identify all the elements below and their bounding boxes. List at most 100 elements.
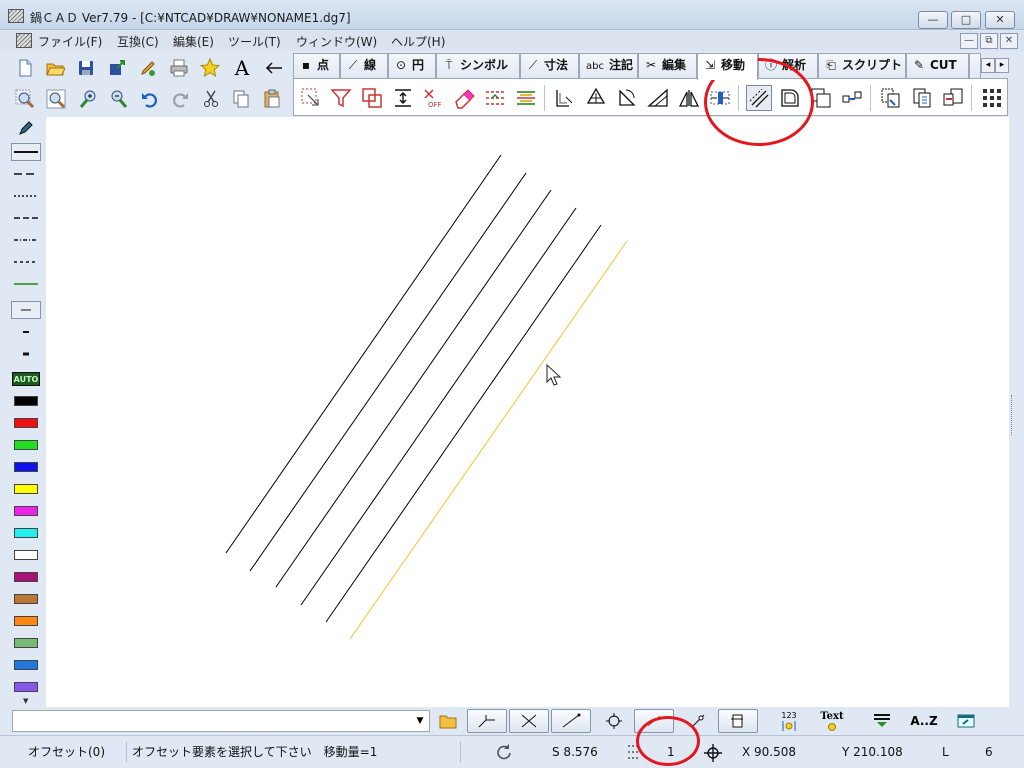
color-swatch[interactable] — [14, 528, 38, 538]
drawing-surface[interactable] — [46, 117, 1009, 707]
scale-icon[interactable] — [552, 85, 578, 111]
tab-line[interactable]: ⟋ 線 — [340, 53, 388, 78]
rotate-icon[interactable] — [583, 85, 609, 111]
save-icon[interactable] — [73, 55, 99, 81]
color-swatch[interactable] — [14, 418, 38, 428]
solid-line-style[interactable] — [11, 143, 41, 161]
mdi-close-button[interactable]: ✕ — [1000, 33, 1018, 49]
color-swatch[interactable] — [14, 484, 38, 494]
move-copy-icon[interactable] — [878, 85, 904, 111]
mdi-minimize-button[interactable]: — — [960, 33, 978, 49]
tab-analysis[interactable]: ⓘ 解析 — [758, 53, 818, 78]
tab-dimension[interactable]: ⟋ 寸法 — [520, 53, 579, 78]
color-swatch[interactable] — [14, 396, 38, 406]
line-width-thick[interactable] — [11, 345, 41, 363]
document-icon[interactable] — [16, 33, 32, 48]
layer-icon[interactable] — [869, 709, 895, 733]
tab-point[interactable]: ▪ 点 — [293, 53, 340, 78]
print-icon[interactable] — [166, 55, 192, 81]
grid-dots-icon[interactable] — [627, 743, 639, 765]
menu-file[interactable]: ファイル(F) — [38, 33, 102, 50]
snap-edit-icon[interactable] — [718, 709, 758, 733]
arrow-left-icon[interactable] — [261, 55, 287, 81]
maximize-button[interactable]: □ — [951, 11, 981, 29]
color-swatch[interactable] — [14, 616, 38, 626]
sort-az-icon[interactable]: A..Z — [908, 709, 940, 733]
auto-color-button[interactable]: AUTO — [11, 370, 41, 388]
zoom-out-icon[interactable] — [106, 86, 132, 112]
tab-scroll-right-button[interactable]: ▸ — [995, 58, 1009, 73]
tab-scroll-left-button[interactable]: ◂ — [981, 58, 995, 73]
line-width-thin[interactable] — [11, 301, 41, 319]
snap-endpoint-icon[interactable] — [467, 709, 507, 733]
drawn-line[interactable] — [275, 189, 552, 588]
chevron-down-icon[interactable]: ▼ — [413, 713, 427, 729]
pencil-import-icon[interactable] — [135, 55, 161, 81]
snap-point-icon[interactable] — [686, 709, 710, 733]
open-folder-icon[interactable] — [42, 55, 68, 81]
drawn-line[interactable] — [249, 172, 527, 572]
status-grid-value[interactable]: 1 — [667, 741, 675, 763]
zoom-in-icon[interactable] — [75, 86, 101, 112]
snap-free-icon[interactable] — [634, 709, 674, 733]
text-a-icon[interactable]: A — [229, 55, 255, 81]
close-button[interactable]: ✕ — [985, 11, 1015, 29]
duplicate-icon[interactable] — [909, 85, 935, 111]
color-swatch[interactable] — [14, 572, 38, 582]
shear-icon[interactable] — [645, 85, 671, 111]
folder-icon[interactable] — [437, 709, 459, 733]
color-swatch[interactable] — [14, 660, 38, 670]
dash-dot-line-style[interactable] — [11, 231, 41, 249]
tab-overflow[interactable] — [969, 53, 981, 78]
star-icon[interactable] — [197, 55, 223, 81]
drawn-line[interactable] — [300, 207, 577, 606]
drawing-canvas[interactable] — [46, 117, 1009, 707]
text-bulb-icon[interactable]: Text — [815, 709, 849, 733]
pen-icon[interactable] — [11, 119, 41, 137]
tab-circle[interactable]: ⊙ 円 — [388, 53, 436, 78]
outline-offset-icon[interactable] — [777, 85, 803, 111]
snap-center-icon[interactable] — [602, 709, 626, 733]
snap-off-icon[interactable]: OFF — [420, 85, 446, 111]
menu-tools[interactable]: ツール(T) — [228, 33, 281, 50]
color-swatch[interactable] — [14, 638, 38, 648]
stretch-icon[interactable] — [707, 85, 733, 111]
command-combo[interactable]: ▼ — [12, 710, 430, 732]
mirror-h-icon[interactable] — [482, 85, 508, 111]
zoom-window-icon[interactable] — [12, 86, 38, 112]
color-swatch[interactable] — [14, 440, 38, 450]
mirror-triangle-icon[interactable] — [676, 85, 702, 111]
redo-icon[interactable] — [167, 86, 193, 112]
copy-icon[interactable] — [228, 86, 254, 112]
menu-compat[interactable]: 互換(C) — [117, 33, 159, 50]
color-swatch[interactable] — [14, 462, 38, 472]
palette-scroll-arrow[interactable]: ▼ — [23, 697, 28, 705]
fine-dot-line-style[interactable] — [11, 253, 41, 271]
number-bulb-icon[interactable]: 123 — [774, 709, 804, 733]
offset-preview-line[interactable] — [349, 240, 628, 640]
undo-icon[interactable] — [137, 86, 163, 112]
window-icon[interactable] — [954, 709, 978, 733]
tab-edit[interactable]: ✂ 編集 — [638, 53, 697, 78]
color-swatch[interactable] — [14, 682, 38, 692]
minimize-button[interactable]: — — [918, 11, 948, 29]
tab-move[interactable]: ⇲ 移動 — [697, 53, 758, 80]
snap-line-icon[interactable] — [551, 709, 591, 733]
snap-intersection-icon[interactable] — [509, 709, 549, 733]
line-width-medium[interactable] — [11, 323, 41, 341]
rotate-copy-icon[interactable] — [359, 85, 385, 111]
array-icon[interactable] — [839, 85, 865, 111]
erase-icon[interactable] — [451, 85, 477, 111]
dotted-line-style[interactable] — [11, 187, 41, 205]
menu-edit[interactable]: 編集(E) — [173, 33, 214, 50]
menu-help[interactable]: ヘルプ(H) — [391, 33, 445, 50]
copy-shape-icon[interactable] — [808, 85, 834, 111]
color-swatch[interactable] — [14, 506, 38, 516]
grid-icon[interactable] — [979, 85, 1005, 111]
color-swatch[interactable] — [14, 594, 38, 604]
drawn-line[interactable] — [225, 154, 502, 554]
dashed-line-style[interactable] — [11, 165, 41, 183]
splitter-grip[interactable] — [1011, 395, 1014, 435]
refresh-icon[interactable] — [496, 744, 512, 766]
mirror-v-icon[interactable] — [513, 85, 539, 111]
